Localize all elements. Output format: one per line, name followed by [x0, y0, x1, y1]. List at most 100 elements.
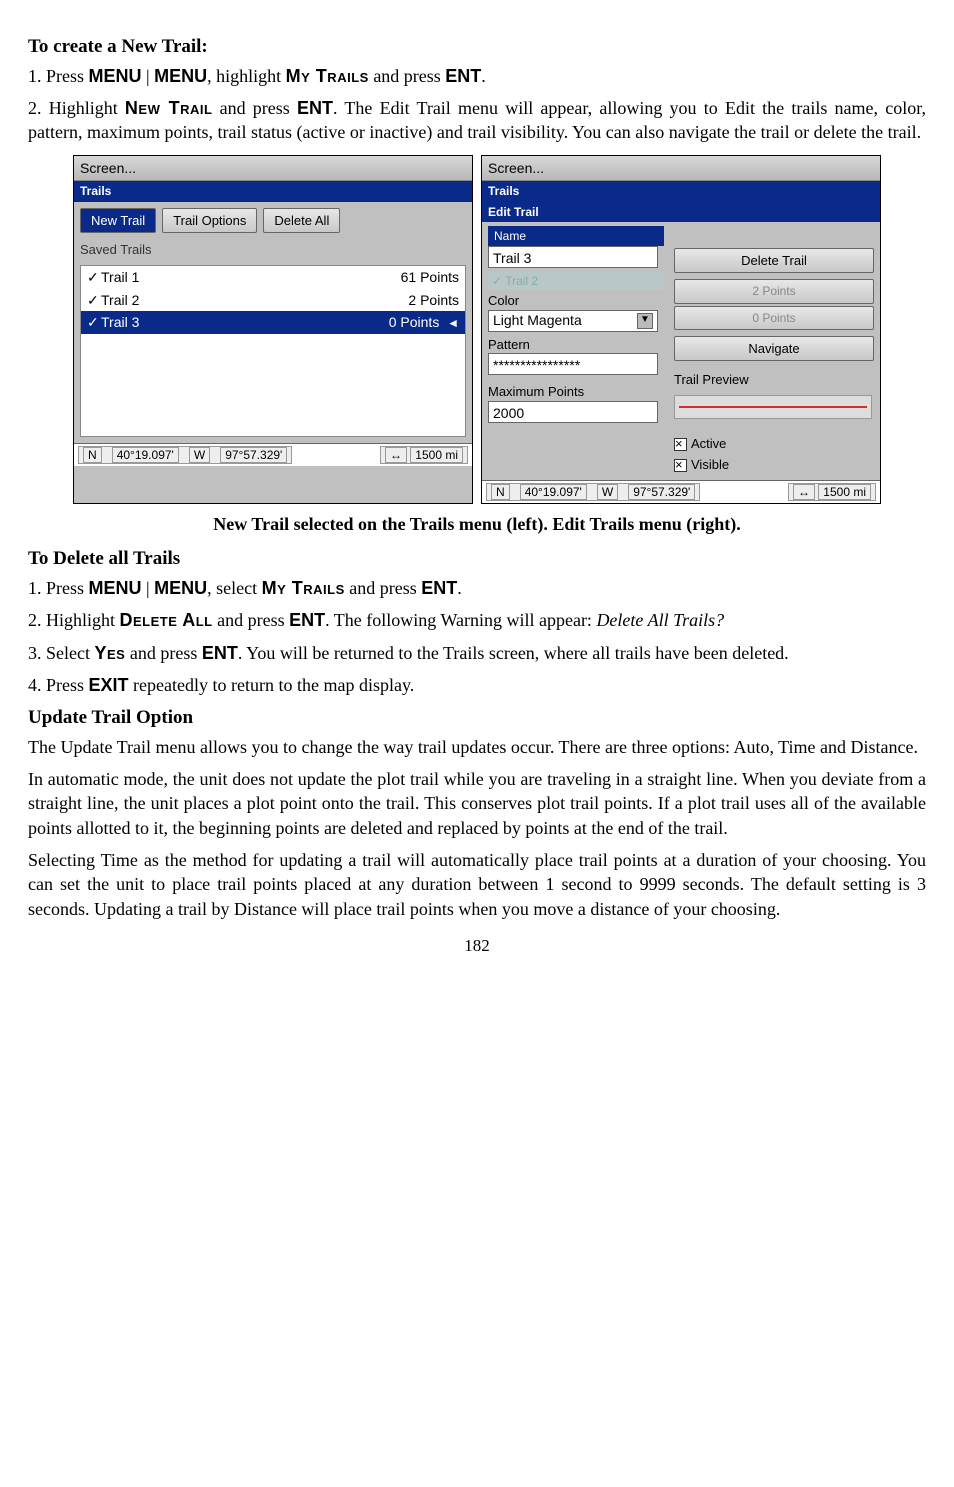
- update-para-1: The Update Trail menu allows you to chan…: [28, 735, 926, 759]
- txt: .: [481, 66, 486, 86]
- txt: and press: [125, 643, 201, 663]
- page-number: 182: [28, 935, 926, 958]
- trail-points: 61 Points: [401, 268, 459, 287]
- create-step-1: 1. Press MENU | MENU, highlight My Trail…: [28, 64, 926, 88]
- pipe: |: [142, 66, 155, 86]
- visible-label: Visible: [691, 457, 729, 472]
- status-bar: N 40°19.097' W 97°57.329' ↔ 1500 mi: [482, 480, 880, 503]
- key-yes: Yes: [94, 643, 125, 663]
- section-header: Trails: [482, 181, 880, 201]
- dist-val: 1500 mi: [818, 484, 871, 500]
- arrow-icon: ↔: [793, 484, 815, 500]
- lat-n: N: [83, 447, 102, 463]
- edit-trail-screen-right: Screen... Trails Edit Trail Name Trail 3…: [481, 155, 881, 505]
- trail-points: 0 Points: [389, 314, 440, 330]
- txt: 1. Press: [28, 578, 89, 598]
- chevron-down-icon[interactable]: ▼: [637, 313, 653, 329]
- section-header: Trails: [74, 181, 472, 201]
- txt: and press: [212, 98, 297, 118]
- name-field[interactable]: Trail 3: [488, 246, 658, 268]
- dist-val: 1500 mi: [410, 447, 463, 463]
- list-item[interactable]: ✓Trail 2 2 Points: [81, 289, 465, 312]
- update-para-2: In automatic mode, the unit does not upd…: [28, 767, 926, 840]
- pattern-field[interactable]: ****************: [488, 353, 658, 375]
- txt: and press: [369, 66, 445, 86]
- heading-update: Update Trail Option: [28, 705, 926, 731]
- key-ent: ENT: [289, 610, 325, 630]
- visible-checkbox-row[interactable]: Visible: [674, 456, 874, 474]
- panel-body: New Trail Trail Options Delete All Saved…: [74, 202, 472, 443]
- lat-val: 40°19.097': [520, 484, 587, 500]
- create-step-2: 2. Highlight New Trail and press ENT. Th…: [28, 96, 926, 145]
- lat-n: N: [491, 484, 510, 500]
- pattern-label: Pattern: [488, 336, 664, 354]
- active-checkbox-row[interactable]: Active: [674, 435, 874, 453]
- figure-caption: New Trail selected on the Trails menu (l…: [28, 512, 926, 536]
- heading-create: To create a New Trail:: [28, 34, 926, 60]
- trail-options-button[interactable]: Trail Options: [162, 208, 257, 234]
- key-exit: EXIT: [89, 675, 129, 695]
- txt: and press: [213, 610, 289, 630]
- check-icon: ✓: [492, 274, 502, 288]
- delete-all-button[interactable]: Delete All: [263, 208, 340, 234]
- speaker-icon: ◄: [447, 316, 459, 330]
- txt: 1. Press: [28, 66, 89, 86]
- checkbox-icon[interactable]: [674, 438, 687, 451]
- checkbox-icon[interactable]: [674, 459, 687, 472]
- dim-points-button-2: 0 Points: [674, 306, 874, 330]
- window-title: Screen...: [482, 156, 880, 182]
- new-trail-button[interactable]: New Trail: [80, 208, 156, 234]
- saved-trails-label: Saved Trails: [80, 241, 466, 259]
- trail-points: 2 Points: [408, 291, 459, 310]
- trails-screen-left: Screen... Trails New Trail Trail Options…: [73, 155, 473, 505]
- list-item-selected[interactable]: ✓Trail 3 0 Points ◄: [81, 311, 465, 334]
- arrow-icon: ↔: [385, 447, 407, 463]
- check-icon: ✓: [87, 268, 101, 287]
- dim-points-button: 2 Points: [674, 279, 874, 303]
- trail-name: Trail 1: [101, 269, 139, 285]
- lon-w: W: [189, 447, 210, 463]
- txt: and press: [345, 578, 421, 598]
- heading-delete: To Delete all Trails: [28, 546, 926, 572]
- key-menu2: MENU: [154, 578, 207, 598]
- dim-pts-a: 2 Points: [752, 284, 795, 298]
- txt: . You will be returned to the Trails scr…: [238, 643, 789, 663]
- txt: . The following Warning will appear:: [325, 610, 596, 630]
- txt: , select: [207, 578, 261, 598]
- window-title: Screen...: [74, 156, 472, 182]
- lon-val: 97°57.329': [628, 484, 695, 500]
- dim-name: Trail 2: [505, 274, 538, 288]
- key-newtrail: New Trail: [125, 98, 212, 118]
- active-label: Active: [691, 436, 726, 451]
- lon-val: 97°57.329': [220, 447, 287, 463]
- key-menu: MENU: [89, 66, 142, 86]
- key-ent: ENT: [297, 98, 333, 118]
- max-points-field[interactable]: 2000: [488, 401, 658, 423]
- panel-body: Edit Trail Name Trail 3 ✓ Trail 2 Color …: [482, 202, 880, 480]
- txt: repeatedly to return to the map display.: [129, 675, 415, 695]
- status-bar: N 40°19.097' W 97°57.329' ↔ 1500 mi: [74, 443, 472, 466]
- warning-text: Delete All Trails?: [596, 610, 724, 630]
- screenshot-row: Screen... Trails New Trail Trail Options…: [28, 155, 926, 505]
- color-dropdown[interactable]: Light Magenta ▼: [488, 310, 658, 332]
- list-item[interactable]: ✓Trail 1 61 Points: [81, 266, 465, 289]
- trail-preview-label: Trail Preview: [674, 371, 874, 389]
- delete-trail-button[interactable]: Delete Trail: [674, 248, 874, 274]
- trail-preview-box: [674, 395, 872, 419]
- color-label: Color: [488, 293, 519, 308]
- check-icon: ✓: [87, 291, 101, 310]
- delete-step-4: 4. Press EXIT repeatedly to return to th…: [28, 673, 926, 697]
- color-value: Light Magenta: [493, 311, 582, 330]
- trails-list[interactable]: ✓Trail 1 61 Points ✓Trail 2 2 Points ✓Tr…: [80, 265, 466, 437]
- pipe: |: [142, 578, 155, 598]
- key-mytrails: My Trails: [286, 66, 369, 86]
- update-para-3: Selecting Time as the method for updatin…: [28, 848, 926, 921]
- dim-row: ✓ Trail 2: [488, 272, 664, 290]
- lat-val: 40°19.097': [112, 447, 179, 463]
- delete-step-2: 2. Highlight Delete All and press ENT. T…: [28, 608, 926, 632]
- key-mytrails: My Trails: [262, 578, 345, 598]
- edit-trail-header: Edit Trail: [482, 202, 880, 222]
- navigate-button[interactable]: Navigate: [674, 336, 874, 362]
- key-ent: ENT: [445, 66, 481, 86]
- key-ent: ENT: [421, 578, 457, 598]
